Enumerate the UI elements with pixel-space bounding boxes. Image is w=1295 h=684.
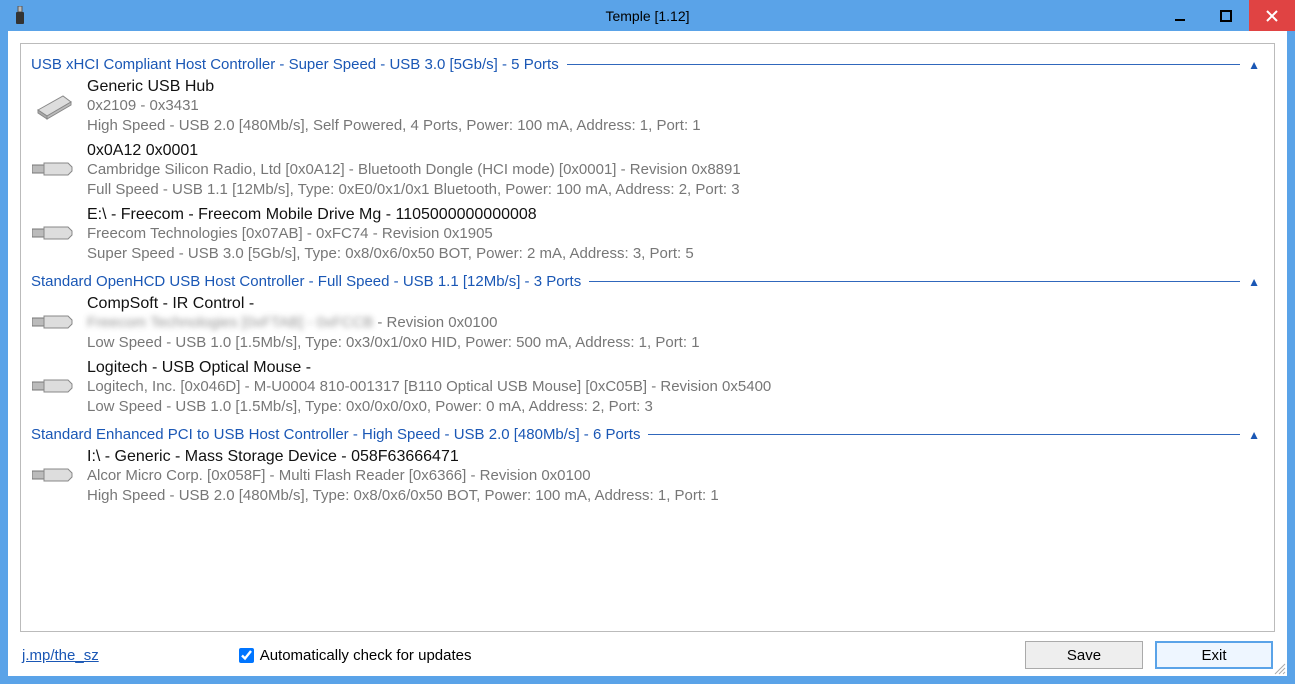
website-link[interactable]: j.mp/the_sz bbox=[22, 647, 99, 664]
header-rule bbox=[567, 64, 1240, 65]
device-info-2: Full Speed - USB 1.1 [12Mb/s], Type: 0xE… bbox=[87, 180, 1266, 200]
usb-connector-icon bbox=[31, 300, 75, 344]
controller-title: Standard Enhanced PCI to USB Host Contro… bbox=[31, 426, 640, 443]
device-info-1: Alcor Micro Corp. [0x058F] - Multi Flash… bbox=[87, 466, 1266, 486]
minimize-button[interactable] bbox=[1157, 0, 1203, 31]
device-row[interactable]: E:\ - Freecom - Freecom Mobile Drive Mg … bbox=[31, 203, 1274, 267]
usb-connector-icon bbox=[31, 211, 75, 255]
device-row[interactable]: I:\ - Generic - Mass Storage Device - 05… bbox=[31, 445, 1274, 509]
controller-title: USB xHCI Compliant Host Controller - Sup… bbox=[31, 56, 559, 73]
save-button[interactable]: Save bbox=[1025, 641, 1143, 669]
usb-connector-icon bbox=[31, 453, 75, 497]
titlebar: Temple [1.12] bbox=[0, 0, 1295, 31]
device-row[interactable]: Generic USB Hub 0x2109 - 0x3431 High Spe… bbox=[31, 75, 1274, 139]
window-title: Temple [1.12] bbox=[0, 8, 1295, 24]
device-row[interactable]: CompSoft - IR Control - Freecom Technolo… bbox=[31, 292, 1274, 356]
device-info-2: Super Speed - USB 3.0 [5Gb/s], Type: 0x8… bbox=[87, 244, 1266, 264]
device-info-1: Logitech, Inc. [0x046D] - M-U0004 810-00… bbox=[87, 377, 1266, 397]
device-name: E:\ - Freecom - Freecom Mobile Drive Mg … bbox=[87, 206, 1266, 224]
device-info-1: Cambridge Silicon Radio, Ltd [0x0A12] - … bbox=[87, 160, 1266, 180]
controller-header[interactable]: Standard Enhanced PCI to USB Host Contro… bbox=[31, 420, 1274, 445]
drive-icon bbox=[31, 83, 75, 127]
device-panel: USB xHCI Compliant Host Controller - Sup… bbox=[20, 43, 1275, 632]
resize-grip-icon[interactable] bbox=[1272, 661, 1286, 675]
header-rule bbox=[589, 281, 1240, 282]
device-name: CompSoft - IR Control - bbox=[87, 295, 1266, 313]
auto-update-label: Automatically check for updates bbox=[260, 647, 472, 664]
chevron-up-icon: ▲ bbox=[1248, 275, 1260, 289]
chevron-up-icon: ▲ bbox=[1248, 428, 1260, 442]
device-info-1: Freecom Technologies [0x07AB] - 0xFC74 -… bbox=[87, 224, 1266, 244]
device-info-1: 0x2109 - 0x3431 bbox=[87, 96, 1266, 116]
device-name: I:\ - Generic - Mass Storage Device - 05… bbox=[87, 448, 1266, 466]
device-row[interactable]: 0x0A12 0x0001 Cambridge Silicon Radio, L… bbox=[31, 139, 1274, 203]
auto-update-checkbox[interactable]: Automatically check for updates bbox=[239, 647, 472, 664]
client-area: USB xHCI Compliant Host Controller - Sup… bbox=[8, 31, 1287, 676]
header-rule bbox=[648, 434, 1240, 435]
close-button[interactable] bbox=[1249, 0, 1295, 31]
device-info-2: High Speed - USB 2.0 [480Mb/s], Type: 0x… bbox=[87, 486, 1266, 506]
footer-bar: j.mp/the_sz Automatically check for upda… bbox=[8, 636, 1287, 676]
device-name: Logitech - USB Optical Mouse - bbox=[87, 359, 1266, 377]
window-buttons bbox=[1157, 0, 1295, 31]
device-info-2: Low Speed - USB 1.0 [1.5Mb/s], Type: 0x0… bbox=[87, 397, 1266, 417]
device-info-2: High Speed - USB 2.0 [480Mb/s], Self Pow… bbox=[87, 116, 1266, 136]
controller-header[interactable]: USB xHCI Compliant Host Controller - Sup… bbox=[31, 50, 1274, 75]
device-name: Generic USB Hub bbox=[87, 78, 1266, 96]
usb-connector-icon bbox=[31, 147, 75, 191]
device-row[interactable]: Logitech - USB Optical Mouse - Logitech,… bbox=[31, 356, 1274, 420]
device-info-1: Freecom Technologies [0xFTAB] - 0xFCCB -… bbox=[87, 313, 1266, 333]
usb-connector-icon bbox=[31, 364, 75, 408]
auto-update-input[interactable] bbox=[239, 648, 254, 663]
device-info-2: Low Speed - USB 1.0 [1.5Mb/s], Type: 0x3… bbox=[87, 333, 1266, 353]
maximize-button[interactable] bbox=[1203, 0, 1249, 31]
device-name: 0x0A12 0x0001 bbox=[87, 142, 1266, 160]
exit-button[interactable]: Exit bbox=[1155, 641, 1273, 669]
controller-title: Standard OpenHCD USB Host Controller - F… bbox=[31, 273, 581, 290]
controller-header[interactable]: Standard OpenHCD USB Host Controller - F… bbox=[31, 267, 1274, 292]
chevron-up-icon: ▲ bbox=[1248, 58, 1260, 72]
